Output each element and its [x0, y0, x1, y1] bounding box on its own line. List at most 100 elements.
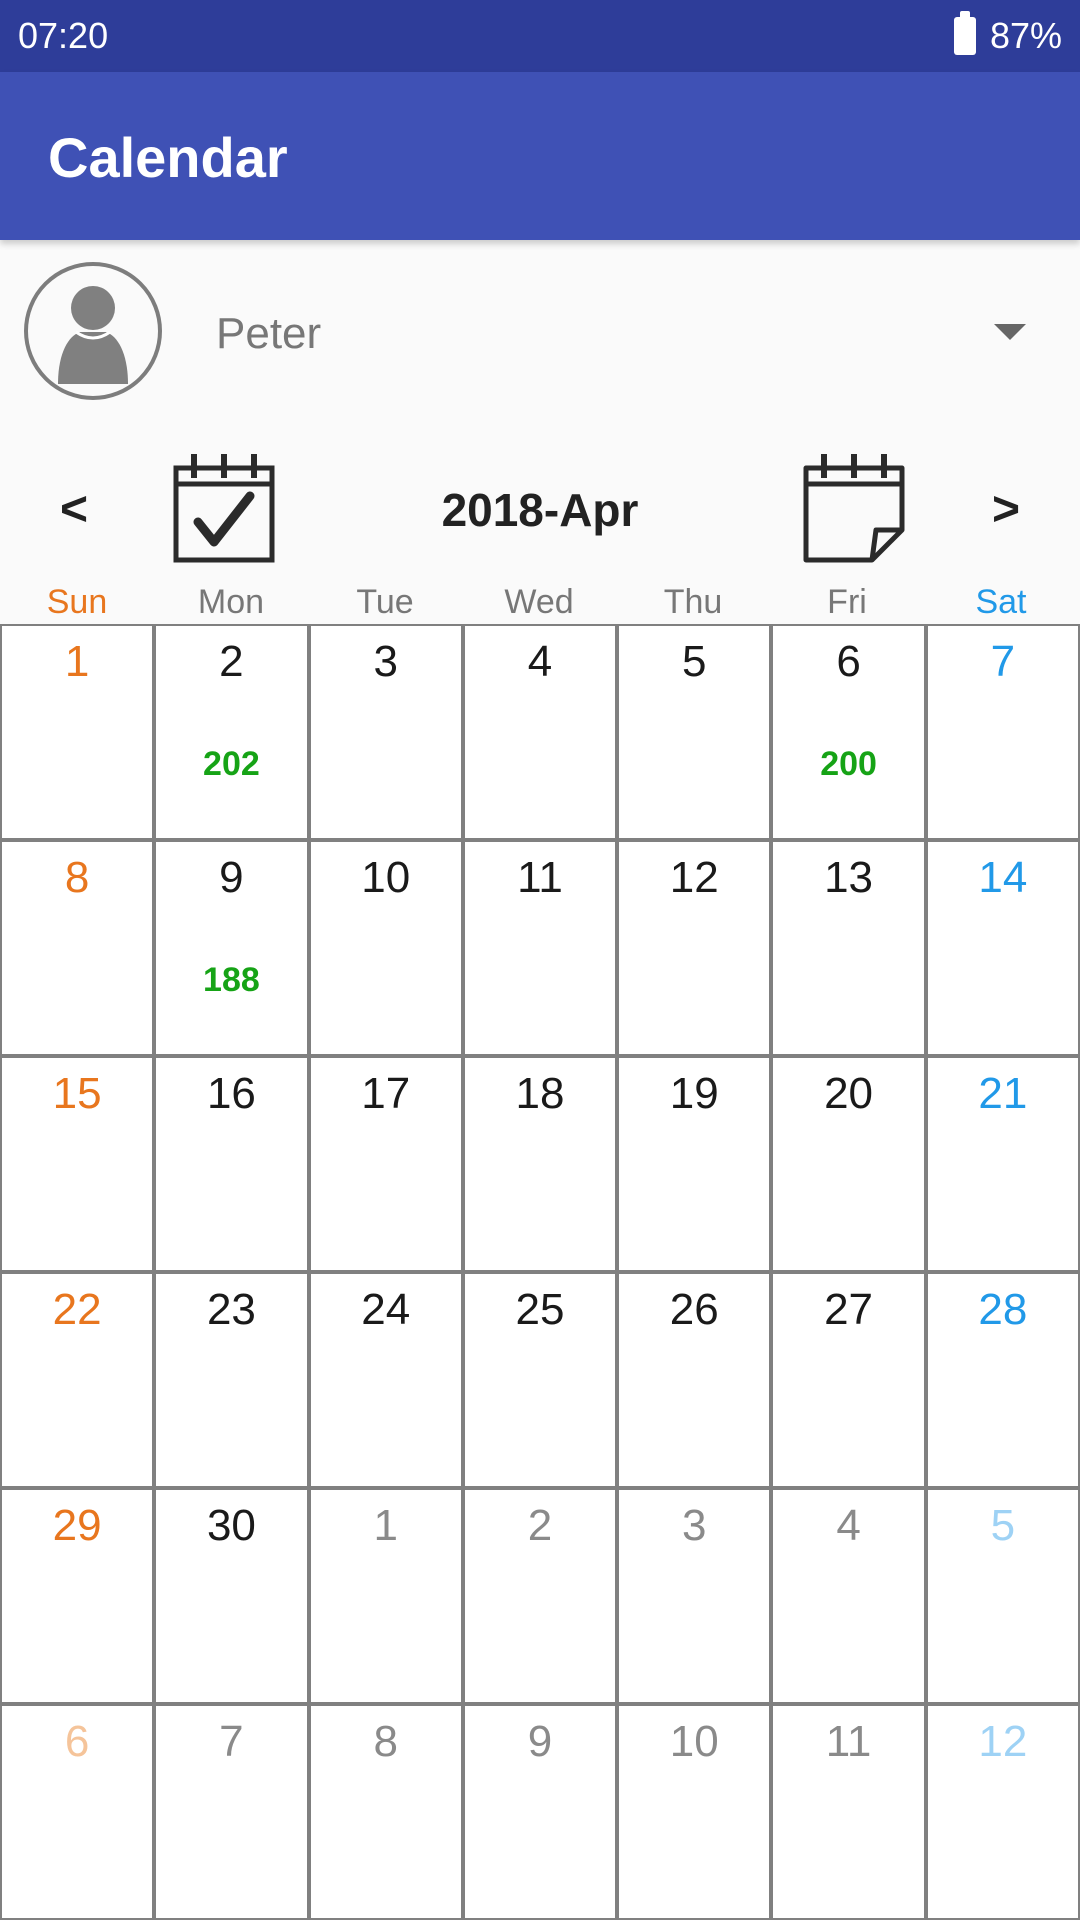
day-cell[interactable]: 14: [927, 842, 1078, 1054]
weekday-tue: Tue: [356, 583, 414, 621]
day-cell[interactable]: 8: [2, 842, 153, 1054]
day-number: 27: [824, 1285, 874, 1334]
day-cell[interactable]: 29: [2, 1490, 153, 1702]
day-number: 12: [978, 1717, 1028, 1766]
weekday-header: Sun Mon Tue Wed Thu Fri Sat: [0, 580, 1080, 624]
day-cell[interactable]: 11: [464, 842, 616, 1054]
day-cell-next-month[interactable]: 11: [773, 1706, 924, 1918]
day-cell[interactable]: 4: [464, 626, 616, 838]
status-bar: 07:20 87%: [0, 0, 1080, 72]
day-cell[interactable]: 21: [927, 1058, 1078, 1270]
day-cell[interactable]: 5: [619, 626, 770, 838]
day-cell[interactable]: 15: [2, 1058, 153, 1270]
weekday-sun: Sun: [46, 583, 108, 621]
day-number: 28: [978, 1285, 1028, 1334]
day-number: 13: [824, 853, 874, 902]
day-cell[interactable]: 27: [773, 1274, 924, 1486]
day-cell-next-month[interactable]: 4: [773, 1490, 924, 1702]
day-cell-next-month[interactable]: 2: [464, 1490, 616, 1702]
day-number: 6: [64, 1717, 90, 1766]
weekday-wed: Wed: [504, 583, 574, 621]
day-number: 24: [361, 1285, 411, 1334]
day-cell-next-month[interactable]: 10: [619, 1706, 770, 1918]
day-number: 1: [64, 637, 90, 686]
day-number: 18: [515, 1069, 565, 1118]
day-number: 23: [206, 1285, 256, 1334]
day-number: 6: [836, 637, 861, 686]
month-navigation: < 2018-Apr >: [0, 440, 1080, 570]
day-cell-next-month[interactable]: 1: [310, 1490, 461, 1702]
day-cell[interactable]: 12: [619, 842, 770, 1054]
day-cell[interactable]: 2 202: [156, 626, 307, 838]
day-cell-next-month[interactable]: 6: [2, 1706, 153, 1918]
next-month-button[interactable]: >: [976, 480, 1036, 540]
day-cell[interactable]: 22: [2, 1274, 153, 1486]
day-cell[interactable]: 20: [773, 1058, 924, 1270]
day-cell[interactable]: 25: [464, 1274, 616, 1486]
month-title: 2018-Apr: [441, 484, 639, 536]
day-cell-next-month[interactable]: 8: [310, 1706, 461, 1918]
day-number: 4: [527, 637, 553, 686]
weekday-thu: Thu: [663, 583, 723, 621]
status-time: 07:20: [18, 15, 109, 56]
day-number: 14: [978, 853, 1028, 902]
weekday-sat: Sat: [975, 583, 1027, 621]
day-number: 4: [836, 1501, 861, 1550]
day-number: 15: [52, 1069, 102, 1118]
day-cell[interactable]: 19: [619, 1058, 770, 1270]
day-cell[interactable]: 13: [773, 842, 924, 1054]
calendar-page-icon[interactable]: [800, 450, 910, 566]
status-indicators: 87%: [953, 11, 1062, 58]
day-number: 16: [206, 1069, 256, 1118]
day-cell-next-month[interactable]: 9: [464, 1706, 616, 1918]
day-number: 29: [52, 1501, 102, 1550]
day-number: 3: [373, 637, 398, 686]
day-cell-next-month[interactable]: 5: [927, 1490, 1078, 1702]
day-value: 188: [203, 961, 260, 999]
day-cell-next-month[interactable]: 3: [619, 1490, 770, 1702]
day-cell[interactable]: 28: [927, 1274, 1078, 1486]
day-number: 1: [373, 1501, 398, 1550]
app-bar: Calendar: [0, 72, 1080, 240]
day-cell[interactable]: 9 188: [156, 842, 307, 1054]
day-cell[interactable]: 23: [156, 1274, 307, 1486]
day-number: 8: [64, 853, 90, 902]
day-number: 11: [825, 1717, 872, 1766]
previous-month-button[interactable]: <: [44, 480, 104, 540]
day-cell[interactable]: 17: [310, 1058, 461, 1270]
calendar-grid: 1 2 202 3 4 5 6 200 7 8 9 188 10 11 12 13 1…: [0, 624, 1080, 1920]
day-cell[interactable]: 26: [619, 1274, 770, 1486]
day-number: 7: [990, 637, 1016, 686]
day-cell[interactable]: 16: [156, 1058, 307, 1270]
day-cell[interactable]: 3: [310, 626, 461, 838]
day-number: 12: [669, 853, 719, 902]
user-row: Peter: [0, 262, 1080, 412]
user-name: Peter: [216, 309, 322, 358]
day-cell-next-month[interactable]: 12: [927, 1706, 1078, 1918]
user-dropdown[interactable]: Peter: [210, 282, 1050, 382]
day-cell-next-month[interactable]: 7: [156, 1706, 307, 1918]
day-cell[interactable]: 18: [464, 1058, 616, 1270]
day-number: 9: [219, 853, 244, 902]
day-number: 19: [669, 1069, 719, 1118]
day-number: 10: [669, 1717, 719, 1766]
day-number: 22: [52, 1285, 102, 1334]
day-number: 9: [527, 1717, 553, 1766]
day-number: 2: [219, 637, 244, 686]
battery-icon: [953, 11, 976, 55]
day-cell[interactable]: 24: [310, 1274, 461, 1486]
day-cell[interactable]: 10: [310, 842, 461, 1054]
day-number: 5: [990, 1501, 1016, 1550]
day-cell[interactable]: 7: [927, 626, 1078, 838]
day-number: 25: [515, 1285, 565, 1334]
battery-percent: 87%: [989, 15, 1062, 56]
day-number: 5: [682, 637, 707, 686]
day-number: 17: [361, 1069, 411, 1118]
weekday-fri: Fri: [827, 583, 867, 621]
day-cell[interactable]: 30: [156, 1490, 307, 1702]
day-cell[interactable]: 1: [2, 626, 153, 838]
calendar-check-icon[interactable]: [170, 450, 280, 566]
avatar[interactable]: [24, 262, 162, 400]
page-title: Calendar: [48, 126, 288, 189]
day-cell[interactable]: 6 200: [773, 626, 924, 838]
